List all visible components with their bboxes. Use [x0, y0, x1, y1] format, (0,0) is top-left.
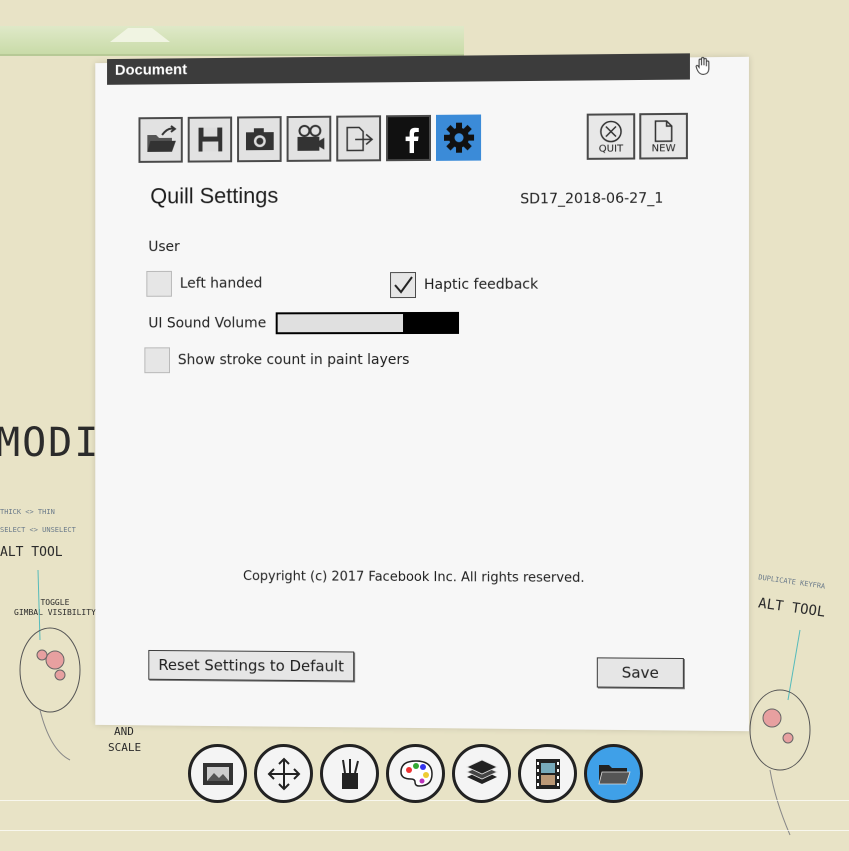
dock-picture-button[interactable]	[188, 744, 247, 803]
dock-brushes-button[interactable]	[320, 744, 379, 803]
camera-icon	[245, 128, 274, 151]
copyright-text: Copyright (c) 2017 Facebook Inc. All rig…	[243, 569, 585, 586]
grab-hand-icon[interactable]	[692, 53, 716, 79]
close-circle-icon	[599, 119, 623, 143]
haptic-feedback-label: Haptic feedback	[423, 276, 539, 293]
save-settings-button[interactable]: Save	[596, 657, 684, 689]
haptic-feedback-checkbox[interactable]	[390, 272, 417, 299]
background-duplicate-text: DUPLICATE KEYFRA	[757, 573, 826, 591]
folder-icon	[597, 764, 631, 784]
quit-label: QUIT	[598, 143, 624, 155]
dock-palette-button[interactable]	[386, 744, 445, 803]
document-actions: QUIT NEW	[586, 112, 688, 160]
new-label: NEW	[651, 142, 676, 154]
save-disk-icon	[198, 127, 222, 152]
move-arrows-icon	[267, 757, 300, 790]
record-button[interactable]	[286, 115, 332, 162]
document-toolbar	[138, 114, 482, 163]
dock-animation-button[interactable]	[518, 744, 577, 803]
dock-move-button[interactable]	[254, 744, 313, 803]
ui-sound-volume-fill	[278, 314, 404, 333]
left-handed-label: Left handed	[179, 275, 263, 292]
section-user-label: User	[148, 239, 180, 256]
stroke-count-checkbox[interactable]	[144, 347, 170, 374]
checkmark-icon	[394, 276, 413, 294]
color-palette-icon	[399, 759, 433, 787]
floor-line	[0, 830, 849, 831]
bottom-dock	[188, 744, 643, 803]
haptic-feedback-row: Haptic feedback	[390, 272, 538, 299]
open-folder-button[interactable]	[138, 116, 183, 163]
left-handed-row: Left handed	[146, 270, 263, 297]
facebook-icon	[393, 122, 424, 154]
document-name: SD17_2018-06-27_1	[520, 190, 664, 208]
save-button[interactable]	[187, 116, 233, 163]
page-title: Quill Settings	[150, 182, 279, 209]
dock-layers-button[interactable]	[452, 744, 511, 803]
reset-settings-button[interactable]: Reset Settings to Default	[148, 649, 355, 682]
ui-sound-volume-slider[interactable]	[276, 311, 460, 335]
background-bar	[0, 26, 464, 56]
document-panel: Document QUIT NEW Quill Settings SD17_20…	[95, 53, 749, 732]
left-handed-checkbox[interactable]	[146, 270, 172, 297]
window-title[interactable]: Document	[107, 53, 690, 85]
settings-button[interactable]	[435, 114, 482, 161]
layers-icon	[465, 759, 498, 784]
background-alt-tool-right: ALT TOOL	[757, 595, 827, 621]
quit-button[interactable]: QUIT	[586, 113, 636, 160]
screenshot-button[interactable]	[237, 116, 282, 163]
picture-frame-icon	[202, 762, 233, 785]
stroke-count-label: Show stroke count in paint layers	[177, 352, 410, 369]
background-thick-text: THICK <> THIN	[0, 508, 55, 516]
export-icon	[346, 126, 374, 152]
film-frames-icon	[535, 758, 560, 789]
export-button[interactable]	[336, 115, 382, 162]
dock-document-button[interactable]	[584, 744, 643, 803]
stroke-count-row: Show stroke count in paint layers	[144, 347, 410, 374]
open-folder-icon	[146, 125, 177, 152]
facebook-share-button[interactable]	[386, 114, 431, 162]
ui-sound-volume-row: UI Sound Volume	[148, 311, 460, 335]
new-page-icon	[653, 118, 673, 142]
brushes-icon	[341, 758, 359, 789]
new-button[interactable]: NEW	[639, 112, 688, 160]
background-select-text: SELECT <> UNSELECT	[0, 526, 76, 534]
background-mode-text: MODI	[0, 420, 101, 466]
background-alt-tool-left: ALT TOOL	[0, 545, 63, 560]
settings-gear-icon	[443, 122, 473, 153]
film-camera-icon	[293, 124, 325, 151]
ui-sound-volume-label: UI Sound Volume	[148, 315, 267, 332]
